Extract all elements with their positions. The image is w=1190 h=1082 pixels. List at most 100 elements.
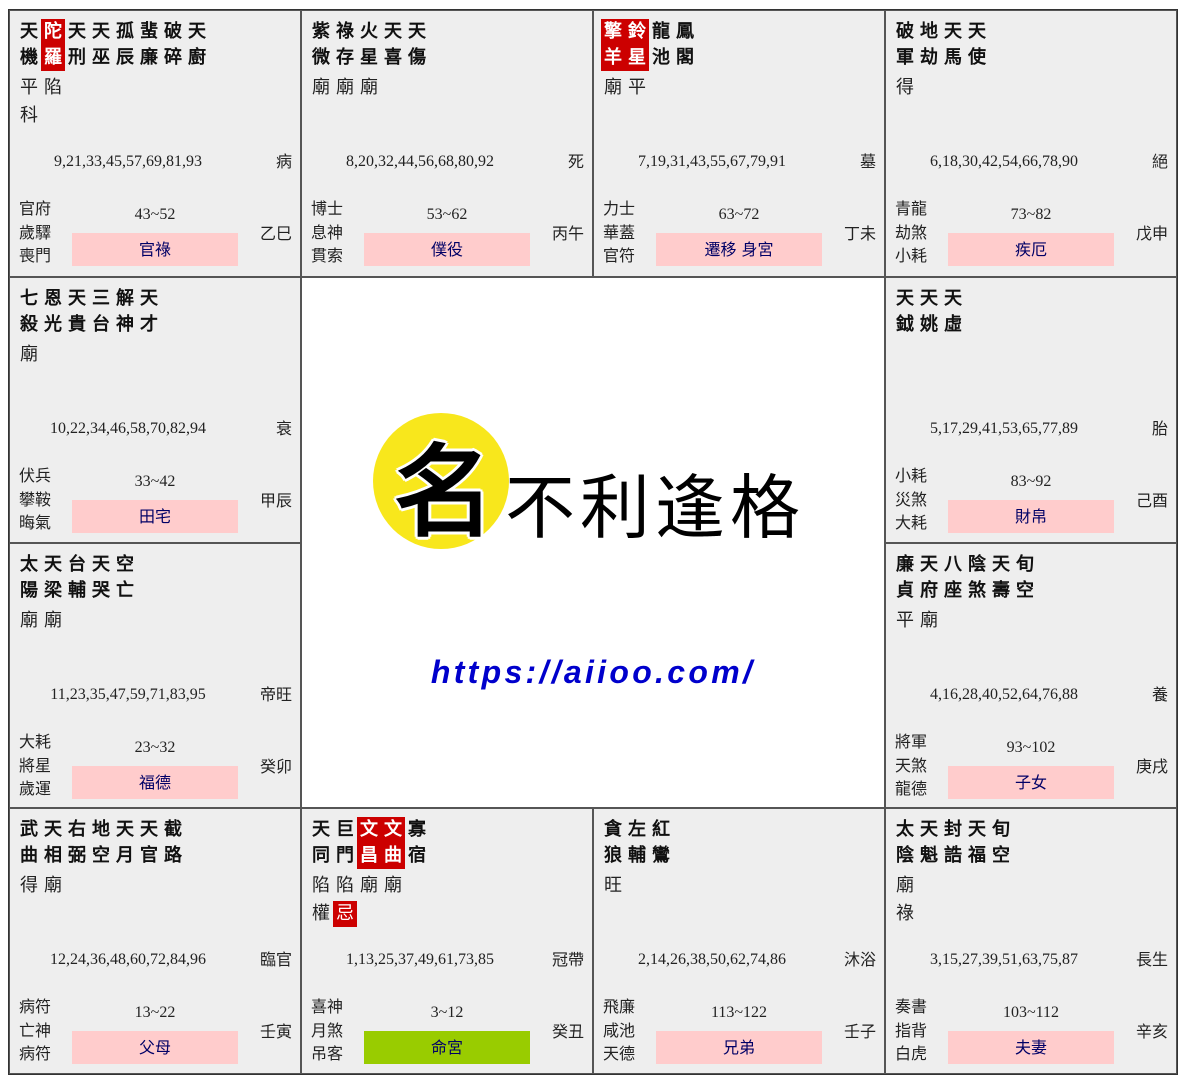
star-brightness (161, 75, 185, 101)
star-transformation (113, 103, 137, 129)
stem-branch: 壬子 (843, 1022, 876, 1041)
minor-gods: 博士 息神 貫索 (311, 197, 343, 268)
star: 旬空 (989, 817, 1013, 927)
star-transformation (893, 103, 917, 129)
palace-name-badge: 命宮 (364, 1031, 530, 1064)
star-list: 太陰廟祿天魁 封誥 天福 旬空 (893, 817, 1013, 927)
minor-god: 貫索 (311, 246, 344, 265)
star-brightness (405, 873, 429, 899)
star-list: 貪狼旺左輔 紅鸞 (601, 817, 673, 927)
palace-cell-yin: 武曲得天相廟右弼 地空 天月 天官 截路 12,24,36,48,60,72,84,96 臨… (9, 808, 301, 1074)
palace-cell-xu: 廉貞平天府廟八座 陰煞 天壽 旬空 4,16,28,40,52,64,76,88 養將軍天… (885, 543, 1177, 808)
star: 天同陷權 (309, 817, 333, 927)
star-transformation (65, 103, 89, 129)
star-name: 天傷 (408, 21, 426, 68)
star-name: 擎羊 (601, 19, 625, 71)
minor-god: 將星 (19, 755, 52, 775)
life-stage: 臨官 (259, 950, 292, 969)
minor-god: 月煞 (311, 1020, 344, 1040)
star-name: 八座 (944, 554, 962, 601)
star-brightness (965, 873, 989, 899)
star-brightness (113, 608, 137, 634)
star-brightness: 廟 (336, 77, 354, 98)
star-transformation (333, 103, 357, 129)
palace-cell-chou: 天同陷權巨門陷忌文昌廟文曲廟寡宿 1,13,25,37,49,61,73,85 冠帶… (301, 808, 593, 1074)
minor-god: 指背 (895, 1020, 928, 1040)
star-name: 天喜 (384, 21, 402, 68)
star-name: 天姚 (920, 288, 938, 335)
star: 廉貞平 (893, 552, 917, 662)
star: 紅鸞 (649, 817, 673, 927)
star-name: 寡宿 (408, 819, 426, 866)
star-transformation (673, 103, 697, 129)
decade-range: 93~102 (1006, 739, 1056, 756)
star-transformation (965, 901, 989, 927)
star-name: 文曲 (381, 817, 405, 869)
minor-gods: 病符 亡神 病符 (19, 995, 51, 1066)
star-name: 空亡 (116, 554, 134, 601)
palace-name-badge: 福德 (72, 766, 238, 799)
star-transformation (17, 636, 41, 662)
age-list: 12,24,36,48,60,72,84,96 (50, 951, 206, 968)
star-brightness (673, 75, 697, 101)
star-name: 破碎 (164, 21, 182, 68)
star: 天機平科 (17, 19, 41, 129)
star: 右弼 (65, 817, 89, 927)
minor-god: 將軍 (895, 732, 928, 751)
star: 天壽 (989, 552, 1013, 662)
minor-god: 青龍 (895, 199, 928, 218)
star-brightness: 廟 (20, 610, 38, 631)
star-transformation (989, 901, 1013, 927)
star-brightness: 廟 (44, 610, 62, 631)
minor-gods: 喜神 月煞 吊客 (311, 995, 343, 1066)
star: 陀羅陷 (41, 19, 65, 129)
star-name: 截路 (164, 819, 182, 866)
palace-name-badge: 子女 (948, 766, 1114, 799)
star-transformation (941, 370, 965, 396)
age-list: 2,14,26,38,50,62,74,86 (638, 951, 786, 968)
star-list: 天機平科陀羅陷天刑 天巫 孤辰 蜚廉 破碎 天廚 (17, 19, 209, 129)
star-name: 天哭 (92, 554, 110, 601)
palace-name-badge: 兄弟 (656, 1031, 822, 1064)
minor-gods: 飛廉 咸池 天德 (603, 995, 635, 1066)
star-brightness (89, 873, 113, 899)
site-url-link[interactable]: https://aiioo.com/ (302, 652, 884, 692)
star-name: 解神 (116, 288, 134, 335)
decade-range: 63~72 (718, 206, 760, 223)
star-transformation (161, 901, 185, 927)
star-brightness (989, 873, 1013, 899)
star-brightness (649, 873, 673, 899)
minor-gods: 官府 歲驛 喪門 (19, 197, 51, 268)
minor-god: 晦氣 (19, 513, 52, 532)
star-brightness (941, 608, 965, 634)
star-transformation (917, 636, 941, 662)
star: 天福 (965, 817, 989, 927)
star-list: 天同陷權巨門陷忌文昌廟文曲廟寡宿 (309, 817, 429, 927)
star: 鈴星平 (625, 19, 649, 129)
decade-range: 43~52 (134, 206, 176, 223)
star-transformation (185, 103, 209, 129)
star-name: 紅鸞 (652, 819, 670, 866)
star: 天傷 (405, 19, 429, 129)
palace-cell-wu: 紫微廟祿存廟火星廟天喜 天傷 8,20,32,44,56,68,80,92 死博士 息神… (301, 10, 593, 277)
stem-branch: 甲辰 (259, 491, 292, 510)
minor-god: 龍德 (895, 779, 928, 798)
star: 天巫 (89, 19, 113, 129)
age-list: 5,17,29,41,53,65,77,89 (930, 420, 1078, 437)
star-brightness (965, 608, 989, 634)
decade-range: 13~22 (134, 1004, 176, 1021)
decade-range: 113~122 (710, 1004, 768, 1021)
star-name: 鈴星 (625, 19, 649, 71)
stem-branch: 丙午 (551, 224, 584, 243)
minor-god: 喪門 (19, 246, 52, 265)
star-brightness: 廟 (20, 344, 38, 365)
star-name: 天機 (20, 21, 38, 68)
palace-cell-shen: 破軍得地劫 天馬 天使 6,18,30,42,54,66,78,90 絕青龍 劫煞 小耗 73… (885, 10, 1177, 277)
star-transformation (989, 636, 1013, 662)
minor-god: 奏書 (895, 997, 928, 1016)
star-name: 台輔 (68, 554, 86, 601)
star: 天虛 (941, 286, 965, 396)
palace-cell-hai: 太陰廟祿天魁 封誥 天福 旬空 3,15,27,39,51,63,75,87 長生 奏書 指背… (885, 808, 1177, 1074)
star: 蜚廉 (137, 19, 161, 129)
minor-god: 力士 (603, 199, 636, 218)
